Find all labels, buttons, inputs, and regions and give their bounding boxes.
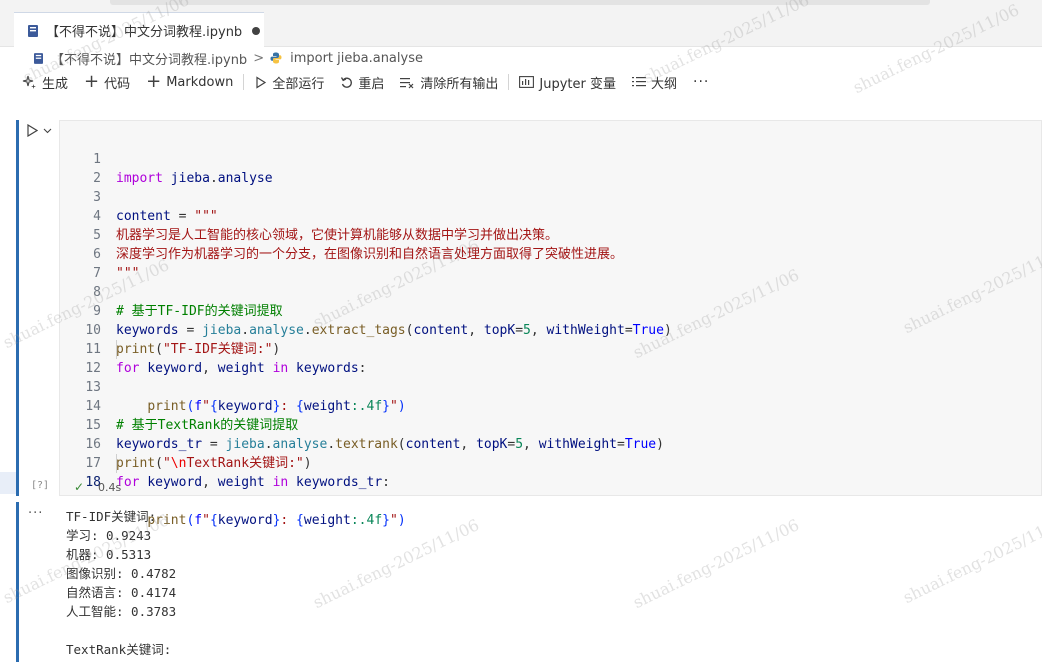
run-all-label: 全部运行: [272, 76, 325, 92]
toolbar-divider: [508, 74, 510, 90]
add-code-button[interactable]: + 代码: [84, 71, 130, 93]
code-line: 6 """: [60, 226, 1040, 281]
breadcrumb-symbol-label: import jieba.analyse: [290, 50, 423, 66]
breadcrumb-symbol[interactable]: import jieba.analyse: [270, 51, 423, 66]
play-icon: [27, 123, 38, 137]
code-line: 17 for keyword, weight in keywords_tr:: [60, 435, 1040, 490]
clear-outputs-label: 清除所有输出: [420, 76, 499, 92]
code-line: 7: [60, 245, 1040, 281]
breadcrumb: 【不得不说】中文分词教程.ipynb > import jieba.analys…: [0, 47, 1042, 69]
breadcrumb-separator: >: [253, 50, 265, 66]
code-line: 2: [60, 150, 1040, 186]
code-line: 13: [60, 359, 1040, 395]
tab-notebook[interactable]: 【不得不说】中文分词教程.ipynb: [14, 12, 264, 48]
chevron-down-icon[interactable]: [43, 126, 52, 135]
success-check-icon: ✓: [74, 480, 85, 494]
unsaved-dot-icon[interactable]: [252, 26, 261, 35]
watermark: shuai.feng-2025/11/06: [900, 510, 1042, 608]
output-line: 自然语言: 0.4174: [66, 585, 177, 600]
output-line: 人工智能: 0.3783: [66, 604, 177, 619]
tab-scrollbar[interactable]: [110, 0, 930, 5]
outline-label: 大纲: [651, 76, 678, 92]
code-editor[interactable]: 1 import jieba.analyse 2 3 content = """…: [59, 120, 1042, 528]
code-line: 9 keywords = jieba.analyse.extract_tags(…: [60, 283, 1040, 338]
window-top-strip: [0, 0, 1042, 12]
output-line: TF-IDF关键词:: [66, 509, 157, 524]
output-line: 学习: 0.9243: [66, 528, 152, 543]
restart-button[interactable]: 重启: [340, 71, 384, 93]
generate-button[interactable]: 生成: [22, 71, 68, 93]
code-line: 3 content = """: [60, 169, 1040, 224]
plus-icon: +: [84, 71, 100, 92]
jupyter-variables-button[interactable]: Jupyter 变量: [519, 71, 616, 93]
code-line: 11 for keyword, weight in keywords:: [60, 321, 1040, 376]
list-icon: [632, 76, 646, 88]
execution-duration: 0.4s: [98, 481, 122, 494]
output-line: 机器: 0.5313: [66, 547, 152, 562]
notebook-file-icon: [28, 24, 38, 37]
breadcrumb-file-label: 【不得不说】中文分词教程.ipynb: [51, 52, 248, 68]
add-markdown-button[interactable]: + Markdown: [146, 71, 233, 93]
code-line: 5 深度学习作为机器学习的一个分支，在图像识别和自然语言处理方面取得了突破性进展…: [60, 207, 1040, 262]
toolbar-divider: [243, 74, 245, 90]
execution-count: [?]: [31, 480, 50, 491]
add-markdown-label: Markdown: [166, 74, 234, 90]
run-cell-button[interactable]: [26, 122, 54, 138]
add-code-label: 代码: [104, 76, 131, 92]
notebook-toolbar: 生成 + 代码 + Markdown 全部运行 重启 清除所有输出 Jupyte…: [0, 70, 1042, 94]
restart-icon: [340, 76, 353, 89]
code-line: 15 keywords_tr = jieba.analyse.textrank(…: [60, 397, 1040, 452]
jupyter-variables-label: Jupyter 变量: [539, 76, 616, 92]
gutter-marker: [0, 472, 16, 494]
breadcrumb-file[interactable]: 【不得不说】中文分词教程.ipynb: [34, 49, 247, 68]
plus-icon: +: [146, 71, 162, 92]
output-line: TextRank关键词:: [66, 642, 172, 657]
code-line: 1 import jieba.analyse: [60, 131, 1040, 186]
watermark: shuai.feng-2025/11/06: [630, 515, 803, 613]
output-line: 图像识别: 0.4782: [66, 566, 177, 581]
clear-all-icon: [400, 76, 415, 89]
outline-button[interactable]: 大纲: [632, 71, 677, 93]
sparkle-icon: [22, 75, 37, 90]
code-line: 18 print(f"{keyword}: {weight:.4f}"): [60, 454, 1040, 528]
output-actions-button[interactable]: ···: [28, 506, 43, 521]
notebook-file-icon: [34, 52, 43, 64]
output-focus-indicator: [16, 502, 19, 662]
tab-bar: 【不得不说】中文分词教程.ipynb: [0, 12, 1042, 48]
run-all-button[interactable]: 全部运行: [254, 71, 324, 93]
tab-title: 【不得不说】中文分词教程.ipynb: [46, 25, 243, 40]
code-line: 8 # 基于TF-IDF的关键词提取: [60, 264, 1040, 319]
code-line: 10 print("TF-IDF关键词:"): [60, 302, 1040, 357]
clear-outputs-button[interactable]: 清除所有输出: [400, 71, 498, 93]
cell-focus-indicator: [16, 120, 19, 496]
play-icon: [254, 75, 267, 89]
code-line: 16 print("\nTextRank关键词:"): [60, 416, 1040, 471]
code-line: 14 # 基于TextRank的关键词提取: [60, 378, 1040, 433]
variables-icon: [519, 76, 535, 88]
code-line: 12 print(f"{keyword}: {weight:.4f}"): [60, 340, 1040, 414]
generate-label: 生成: [42, 76, 69, 92]
more-actions-button[interactable]: ···: [693, 71, 709, 93]
code-line: 4 机器学习是人工智能的核心领域，它使计算机能够从数据中学习并做出决策。: [60, 188, 1040, 243]
python-icon: [270, 52, 282, 64]
restart-label: 重启: [358, 76, 385, 92]
